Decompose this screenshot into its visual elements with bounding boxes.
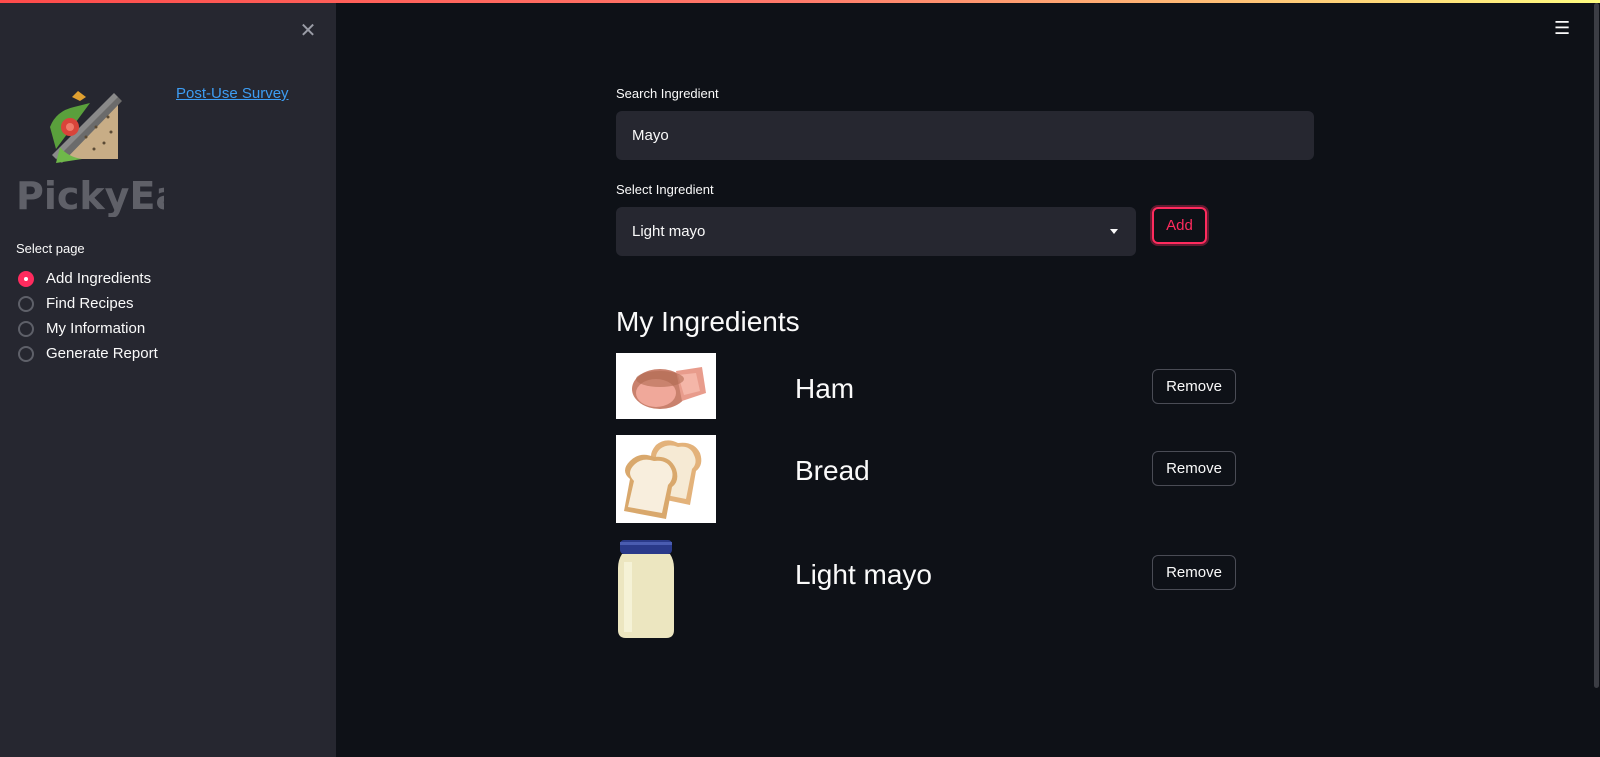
radio-button[interactable] xyxy=(18,295,34,312)
radio-button-checked[interactable] xyxy=(18,270,34,287)
mayo-jar-image xyxy=(616,538,676,640)
radio-add-ingredients[interactable]: Add Ingredients xyxy=(18,266,158,291)
chevron-down-icon xyxy=(1110,229,1118,234)
radio-my-information[interactable]: My Information xyxy=(18,316,158,341)
my-ingredients-heading: My Ingredients xyxy=(616,306,800,337)
remove-ham-button[interactable]: Remove xyxy=(1152,369,1236,404)
ham-image xyxy=(616,353,716,419)
select-ingredient-dropdown[interactable]: Light mayo xyxy=(616,207,1136,256)
brand-logo-text: PickyEats xyxy=(16,174,164,217)
radio-find-recipes[interactable]: Find Recipes xyxy=(18,291,158,316)
radio-label: Find Recipes xyxy=(46,295,134,312)
radio-label: Generate Report xyxy=(46,345,158,362)
radio-label: My Information xyxy=(46,320,146,337)
radio-button[interactable] xyxy=(18,320,34,337)
scrollbar[interactable] xyxy=(1593,3,1600,757)
remove-light-mayo-button[interactable]: Remove xyxy=(1152,555,1236,590)
scrollbar-thumb[interactable] xyxy=(1594,3,1599,688)
search-ingredient-label: Search Ingredient xyxy=(616,86,719,101)
search-ingredient-input[interactable] xyxy=(616,111,1314,160)
remove-bread-button[interactable]: Remove xyxy=(1152,451,1236,486)
ingredient-name-light-mayo: Light mayo xyxy=(795,559,932,590)
ingredient-name-ham: Ham xyxy=(795,373,855,404)
selected-ingredient-value: Light mayo xyxy=(632,223,706,240)
bread-image xyxy=(616,435,716,523)
ingredient-name-bread: Bread xyxy=(795,455,870,486)
page-radio-group: Add Ingredients Find Recipes My Informat… xyxy=(18,266,158,366)
close-icon[interactable]: ✕ xyxy=(298,21,318,41)
post-use-survey-link[interactable]: Post-Use Survey xyxy=(176,85,289,102)
select-ingredient-label: Select Ingredient xyxy=(616,182,714,197)
pickyeats-logo: PickyEats xyxy=(16,91,164,217)
radio-generate-report[interactable]: Generate Report xyxy=(18,341,158,366)
select-page-label: Select page xyxy=(16,241,85,256)
radio-label: Add Ingredients xyxy=(46,270,152,287)
add-button[interactable]: Add xyxy=(1152,207,1207,244)
radio-button[interactable] xyxy=(18,345,34,362)
hamburger-menu-icon[interactable]: ☰ xyxy=(1554,19,1572,37)
sidebar: ✕ PickyEats Post-Use Survey Select page … xyxy=(0,3,336,757)
